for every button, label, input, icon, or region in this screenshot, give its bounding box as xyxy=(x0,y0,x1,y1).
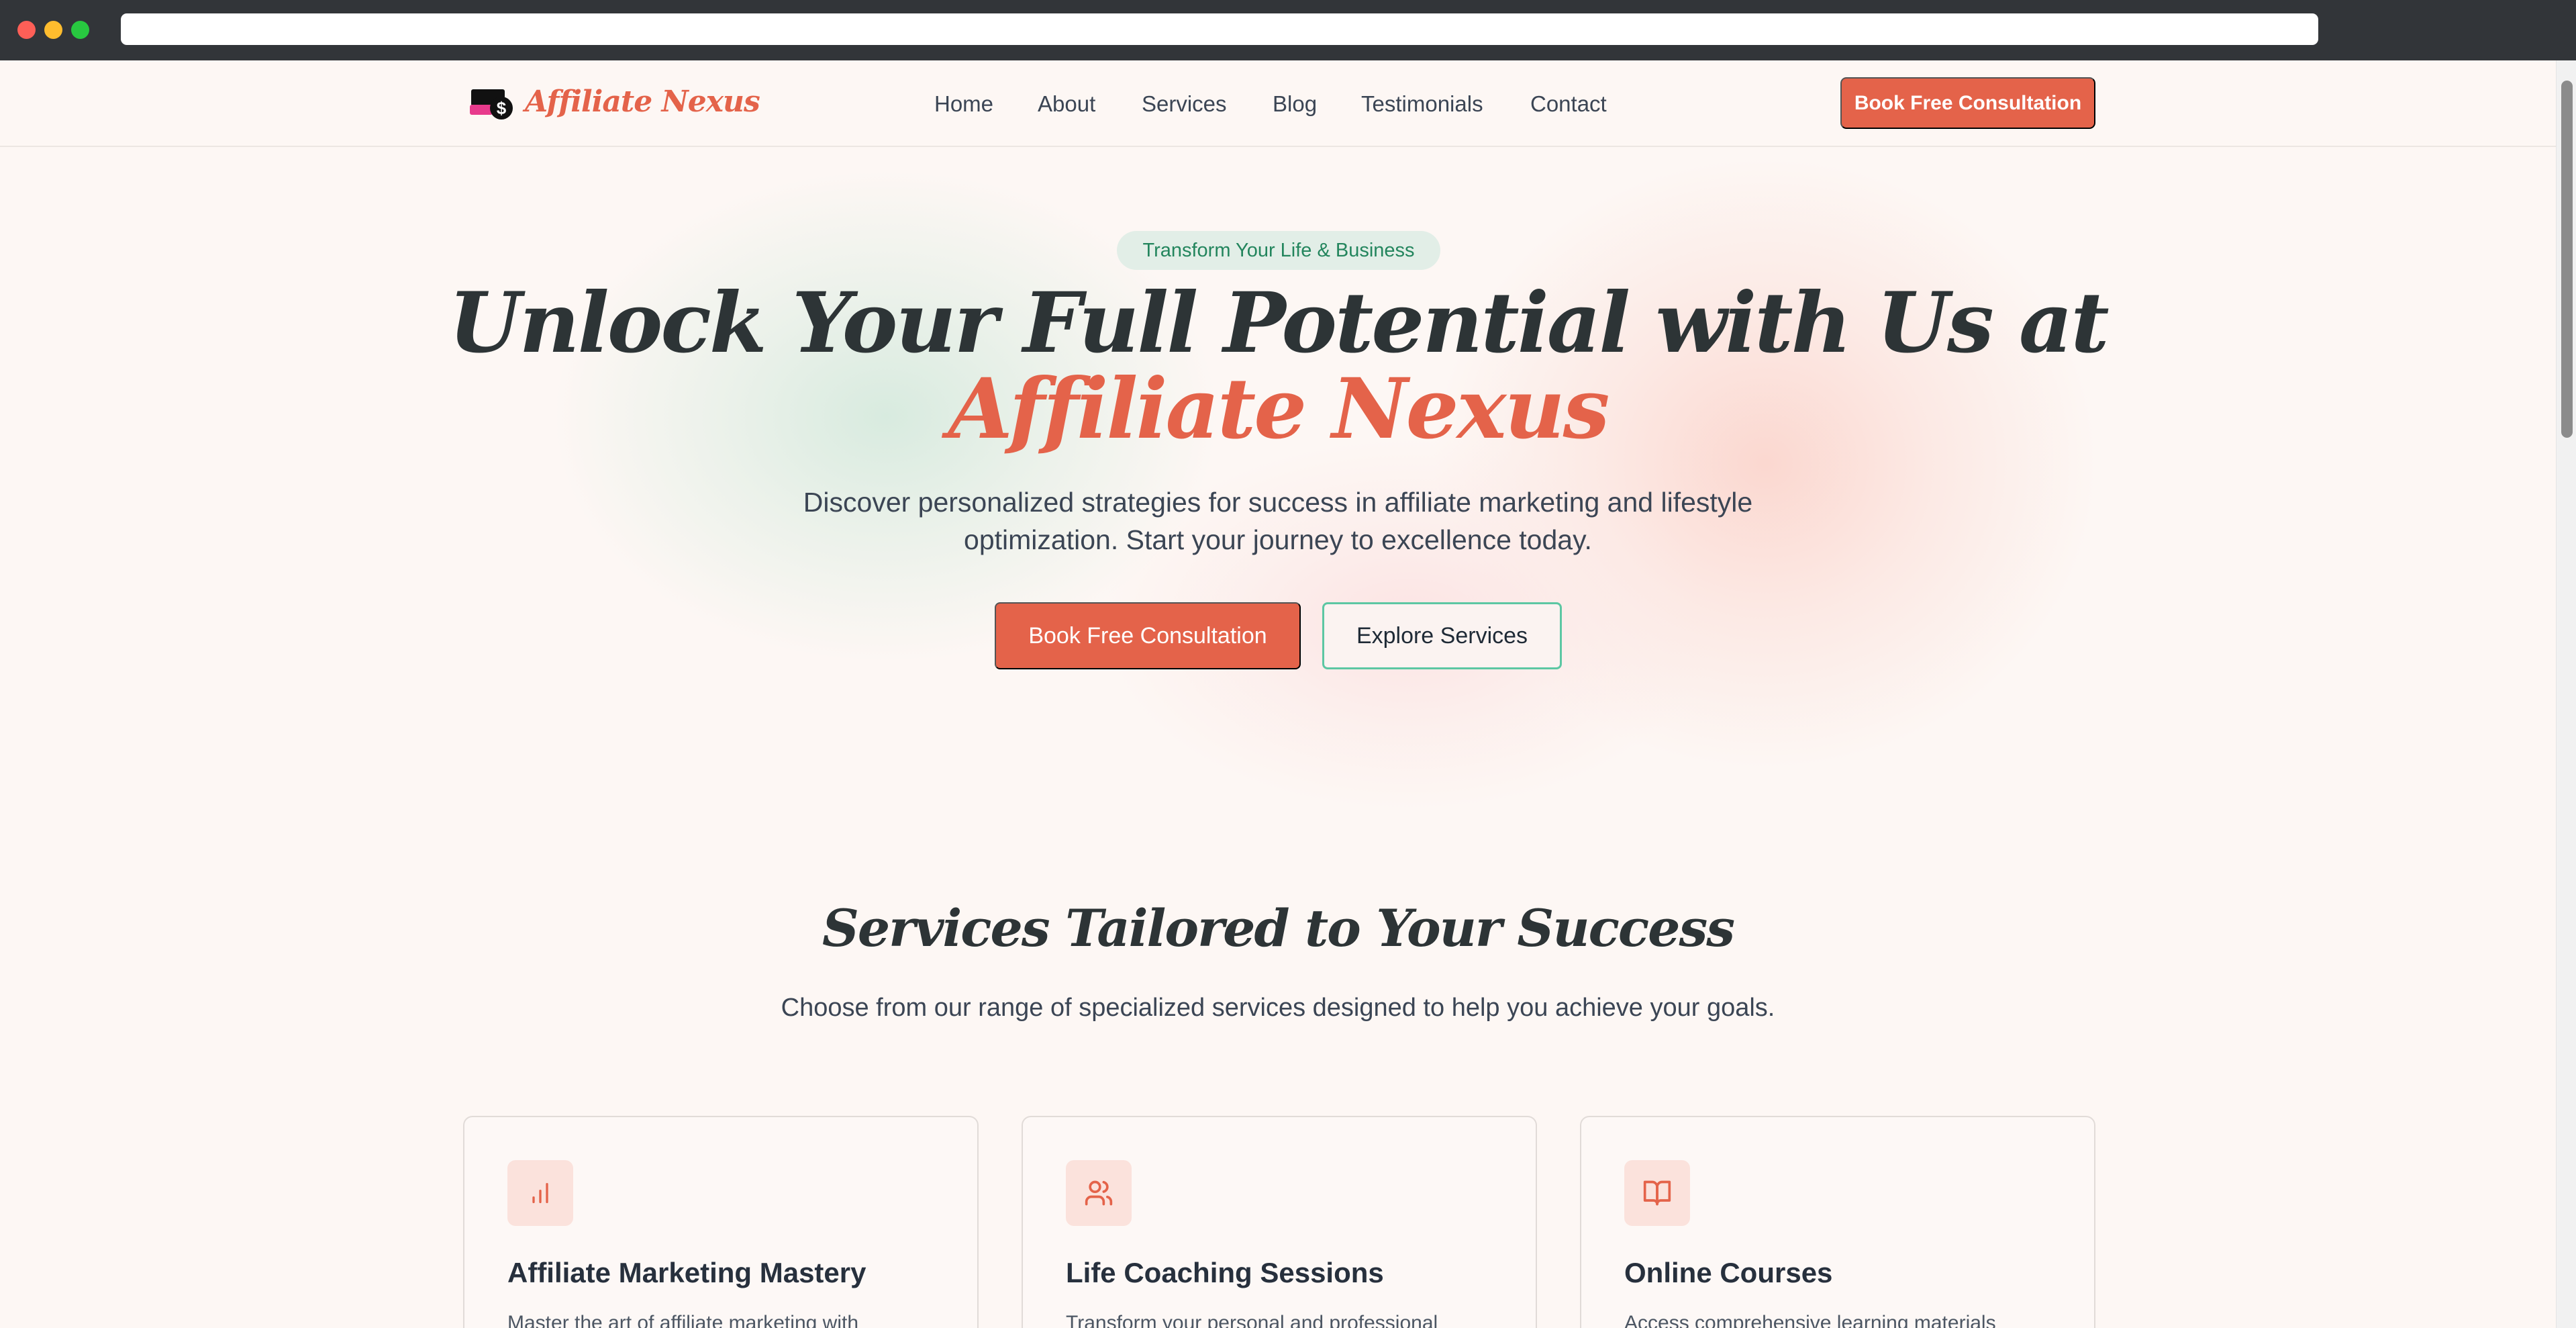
hero-explore-services-button[interactable]: Explore Services xyxy=(1322,602,1562,669)
hero-title: Unlock Your Full Potential with Us at xyxy=(448,275,2109,372)
hero-subtitle: Discover personalized strategies for suc… xyxy=(803,487,1753,555)
service-card-coaching[interactable]: Life Coaching Sessions Transform your pe… xyxy=(1022,1116,1537,1328)
service-card-title: Affiliate Marketing Mastery xyxy=(507,1257,866,1288)
nav-link-testimonials[interactable]: Testimonials xyxy=(1361,91,1483,117)
scrollbar-thumb[interactable] xyxy=(2561,81,2573,438)
hero-title-accent: Affiliate Nexus xyxy=(948,361,1610,458)
service-card-description: Access comprehensive learning materials xyxy=(1624,1312,1996,1328)
users-icon xyxy=(1066,1160,1132,1226)
window-minimize-button[interactable] xyxy=(44,21,62,39)
hero-book-consultation-button[interactable]: Book Free Consultation xyxy=(995,602,1301,669)
bar-chart-icon xyxy=(507,1160,573,1226)
nav-link-blog[interactable]: Blog xyxy=(1273,91,1317,117)
logo-icon[interactable]: $ xyxy=(470,87,513,121)
site-header: $ Affiliate Nexus Home About Services Bl… xyxy=(0,60,2556,147)
hero-badge: Transform Your Life & Business xyxy=(1117,231,1440,270)
nav-book-consultation-button[interactable]: Book Free Consultation xyxy=(1840,77,2095,129)
service-card-affiliate[interactable]: Affiliate Marketing Mastery Master the a… xyxy=(463,1116,979,1328)
address-bar[interactable] xyxy=(121,13,2318,45)
browser-chrome xyxy=(0,0,2576,60)
services-section-title: Services Tailored to Your Success xyxy=(822,898,1735,958)
book-open-icon xyxy=(1624,1160,1690,1226)
service-card-description: Master the art of affiliate marketing wi… xyxy=(507,1312,859,1328)
service-card-description: Transform your personal and professional xyxy=(1066,1312,1438,1328)
brand-logo-text[interactable]: Affiliate Nexus xyxy=(525,85,760,119)
nav-link-home[interactable]: Home xyxy=(934,91,993,117)
service-card-title: Life Coaching Sessions xyxy=(1066,1257,1384,1288)
nav-link-contact[interactable]: Contact xyxy=(1530,91,1607,117)
window-close-button[interactable] xyxy=(17,21,36,39)
nav-link-services[interactable]: Services xyxy=(1142,91,1227,117)
page-scrollbar[interactable] xyxy=(2556,60,2576,1328)
service-card-title: Online Courses xyxy=(1624,1257,1833,1288)
service-card-courses[interactable]: Online Courses Access comprehensive lear… xyxy=(1580,1116,2095,1328)
window-maximize-button[interactable] xyxy=(71,21,89,39)
nav-link-about[interactable]: About xyxy=(1038,91,1095,117)
services-section-subtitle: Choose from our range of specialized ser… xyxy=(781,994,1775,1022)
